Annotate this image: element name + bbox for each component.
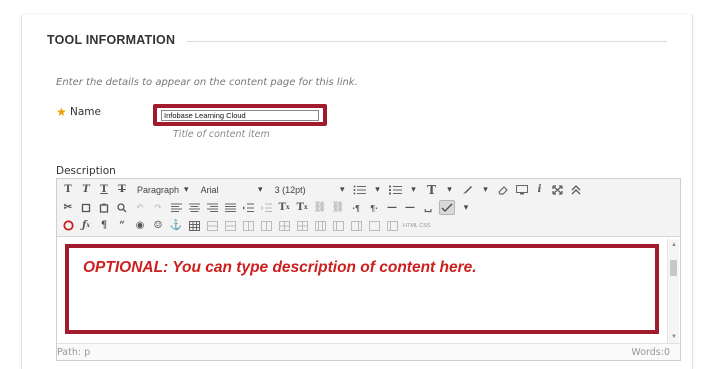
preview-eye-icon[interactable]: ◉ [133, 218, 147, 233]
table-delete-row-icon[interactable] [241, 218, 255, 233]
word-count: Words:0 [631, 347, 670, 358]
font-select[interactable]: Arial ▾ [197, 182, 267, 197]
align-center-icon[interactable] [187, 200, 201, 215]
required-star-icon: ★ [56, 105, 67, 119]
table-delete-col-icon[interactable] [295, 218, 309, 233]
paragraph-icon[interactable]: ¶ [97, 218, 111, 233]
form-instructions: Enter the details to appear on the conte… [56, 77, 358, 88]
anchor-icon[interactable]: ⚓ [169, 218, 183, 233]
table-col-before-icon[interactable] [259, 218, 273, 233]
bullet-list-icon[interactable] [353, 182, 367, 197]
editor-toolbar: T T T T Paragraph ▾ Arial ▾ 3 (12pt) ▾ ▾… [57, 179, 680, 237]
strikethrough-button[interactable]: T [115, 182, 129, 197]
collapse-toolbar-icon[interactable] [569, 182, 583, 197]
align-justify-icon[interactable] [223, 200, 237, 215]
bullet-list-dropdown-icon[interactable]: ▾ [371, 182, 385, 197]
horizontal-rule-icon[interactable]: — [385, 200, 399, 215]
outdent-icon[interactable] [259, 200, 273, 215]
name-label: Name [70, 106, 101, 118]
table-row-after-icon[interactable] [223, 218, 237, 233]
underline-button[interactable]: T [97, 182, 111, 197]
indent-icon[interactable] [241, 200, 255, 215]
eraser-icon[interactable] [497, 182, 511, 197]
info-icon[interactable]: i [533, 182, 547, 197]
preview-icon[interactable] [515, 182, 529, 197]
description-annotation: OPTIONAL: You can type description of co… [83, 259, 477, 276]
size-select[interactable]: 3 (12pt) ▾ [271, 182, 349, 197]
align-left-icon[interactable] [169, 200, 183, 215]
spellcheck-icon[interactable] [439, 200, 455, 215]
redo-icon[interactable]: ↷ [151, 200, 165, 215]
scroll-thumb[interactable] [670, 260, 677, 276]
table-row-before-icon[interactable] [205, 218, 219, 233]
math-icon[interactable]: ƒx [79, 218, 93, 233]
element-path: Path: p [57, 347, 91, 358]
text-style-dropdown-icon[interactable]: ▾ [443, 182, 457, 197]
scroll-down-icon[interactable]: ▼ [671, 334, 677, 340]
rtl-icon[interactable]: ¶· [367, 200, 381, 215]
undo-icon[interactable]: ↶ [133, 200, 147, 215]
table-icon[interactable] [187, 218, 201, 233]
toolbar-row-1: T T T T Paragraph ▾ Arial ▾ 3 (12pt) ▾ ▾… [61, 181, 587, 198]
text-style-icon[interactable]: T [425, 182, 439, 197]
table-row-props-icon[interactable] [385, 218, 399, 233]
pen-icon[interactable] [461, 182, 475, 197]
emoticon-icon[interactable]: ☺ [151, 218, 165, 233]
table-col-after-icon[interactable] [277, 218, 291, 233]
cut-icon[interactable]: ✂ [61, 200, 75, 215]
unlink-icon[interactable]: ⛓ [331, 200, 345, 215]
section-title: TOOL INFORMATION [47, 33, 176, 47]
section-divider [187, 41, 667, 42]
toolbar-row-2: ✂ ↶ ↷ Tx Tx ⛓ ⛓ ·¶ ¶· — — ␣ ▾ [61, 199, 477, 216]
spellcheck-dropdown-icon[interactable]: ▾ [459, 200, 473, 215]
superscript-icon[interactable]: Tx [277, 200, 291, 215]
table-properties-icon[interactable] [349, 218, 363, 233]
copy-icon[interactable] [79, 200, 93, 215]
table-split-cell-icon[interactable] [313, 218, 327, 233]
format-select[interactable]: Paragraph ▾ [133, 182, 193, 197]
html-css-button[interactable]: HTML CSS [403, 218, 431, 233]
table-merge-cells-icon[interactable] [331, 218, 345, 233]
horizontal-line-icon[interactable]: — [403, 200, 417, 215]
link-icon[interactable]: ⛓ [313, 200, 327, 215]
record-icon[interactable] [61, 218, 75, 233]
description-highlight-box [65, 244, 659, 334]
subscript-icon[interactable]: Tx [295, 200, 309, 215]
ltr-icon[interactable]: ·¶ [349, 200, 363, 215]
toolbar-row-3: ƒx ¶ “ ◉ ☺ ⚓ HTML CSS [61, 217, 435, 234]
fullscreen-icon[interactable] [551, 182, 565, 197]
name-hint: Title of content item [173, 129, 270, 140]
paste-icon[interactable] [97, 200, 111, 215]
editor-scrollbar[interactable]: ▲ ▼ [667, 239, 679, 343]
blockquote-icon[interactable]: “ [115, 218, 129, 233]
bold-button[interactable]: T [61, 182, 75, 197]
numbered-list-icon[interactable] [389, 182, 403, 197]
nonbreaking-space-icon[interactable]: ␣ [421, 200, 435, 215]
editor-statusbar: Path: p Words:0 [57, 343, 680, 360]
find-icon[interactable] [115, 200, 129, 215]
scroll-up-icon[interactable]: ▲ [671, 242, 677, 248]
description-label: Description [56, 165, 116, 177]
name-input[interactable] [161, 110, 319, 121]
numbered-list-dropdown-icon[interactable]: ▾ [407, 182, 421, 197]
pen-dropdown-icon[interactable]: ▾ [479, 182, 493, 197]
align-right-icon[interactable] [205, 200, 219, 215]
italic-button[interactable]: T [79, 182, 93, 197]
table-cell-icon[interactable] [367, 218, 381, 233]
